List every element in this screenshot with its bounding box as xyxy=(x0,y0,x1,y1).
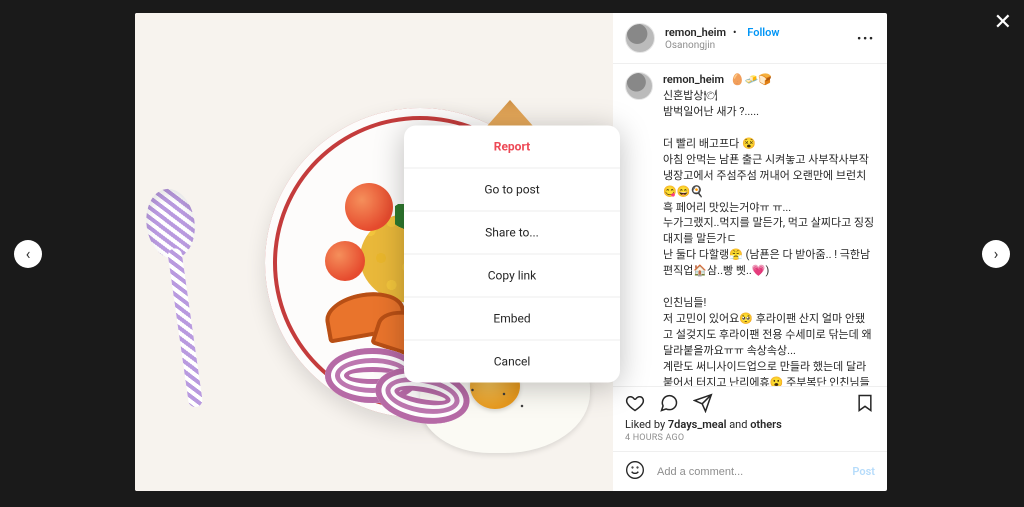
separator-dot: • xyxy=(733,26,737,39)
next-post-button[interactable]: › xyxy=(982,240,1010,268)
author-username[interactable]: remon_heim xyxy=(663,73,724,86)
caption-line: 아침 안먹는 남푠 출근 시켜놓고 사부작사부작 냉장고에서 주섬주섬 꺼내어 … xyxy=(663,153,869,198)
caption-line: 누가그랬지..먹지를 말든가, 먹고 살찌다고 징징대지를 말든가ㄷ xyxy=(663,216,874,245)
author-avatar[interactable] xyxy=(625,23,655,53)
embed-option[interactable]: Embed xyxy=(404,296,620,339)
comments-scroll[interactable]: remon_heim 🥚🧈🍞 신혼밥상🍽 밤벅일어난 새가 ?..... 더 빨… xyxy=(613,64,887,386)
action-bar xyxy=(613,386,887,418)
like-button[interactable] xyxy=(625,393,645,416)
post-header: remon_heim • Follow Osanongjin ••• xyxy=(613,13,887,64)
caption-line: 저 고민이 있어요🥺 후라이팬 산지 얼마 안됐고 설겆지도 후라이팬 전용 수… xyxy=(663,312,872,357)
author-username[interactable]: remon_heim xyxy=(665,26,726,39)
caption-line: 밤벅일어난 새가 ?..... xyxy=(663,105,759,118)
more-options-button[interactable]: ••• xyxy=(857,32,875,45)
photo-decor xyxy=(140,185,222,410)
heart-icon xyxy=(625,393,645,413)
post-sidebar: remon_heim • Follow Osanongjin ••• remon… xyxy=(613,13,887,491)
report-option[interactable]: Report xyxy=(404,125,620,167)
post-comment-button[interactable]: Post xyxy=(852,465,875,478)
save-button[interactable] xyxy=(855,393,875,416)
caption-line: 인친님들! xyxy=(663,296,706,309)
caption-line: 흑 페어리 맛있는거야ㅠ ㅠ... xyxy=(663,201,791,214)
liked-by-user[interactable]: 7days_meal xyxy=(668,418,727,431)
prev-post-button[interactable]: ‹ xyxy=(14,240,42,268)
liked-by-prefix: Liked by xyxy=(625,418,668,431)
cancel-option[interactable]: Cancel xyxy=(404,339,620,382)
post-time: 4 HOURS AGO xyxy=(613,431,887,451)
author-block: remon_heim • Follow Osanongjin xyxy=(665,26,780,51)
caption-line: 난 둘다 다할랭😤 (남푠은 다 받아줌.. ! 극한남편직업🏠삼..빵 삣..… xyxy=(663,248,870,277)
liked-by-suffix: and xyxy=(726,418,750,431)
caption-line: 계란도 써니사이드업으로 만들라 했는데 달라붙어서 터지고 난리에휴😮 주부복… xyxy=(663,360,870,386)
comment-button[interactable] xyxy=(659,393,679,416)
caption-row: remon_heim 🥚🧈🍞 신혼밥상🍽 밤벅일어난 새가 ?..... 더 빨… xyxy=(625,72,875,386)
caption-body: remon_heim 🥚🧈🍞 신혼밥상🍽 밤벅일어난 새가 ?..... 더 빨… xyxy=(663,72,875,386)
author-avatar[interactable] xyxy=(625,72,653,100)
likes-line[interactable]: Liked by 7days_meal and others xyxy=(613,418,887,431)
action-sheet: Report Go to post Share to... Copy link … xyxy=(404,125,620,382)
add-comment-bar: Post xyxy=(613,451,887,491)
post-location[interactable]: Osanongjin xyxy=(665,40,780,51)
close-button[interactable]: ✕ xyxy=(994,12,1012,34)
emoji-picker-button[interactable] xyxy=(625,460,645,483)
caption-line: 신혼밥상🍽 xyxy=(663,89,717,102)
liked-by-others[interactable]: others xyxy=(750,418,782,431)
share-button[interactable] xyxy=(693,393,713,416)
copy-link-option[interactable]: Copy link xyxy=(404,253,620,296)
share-to-option[interactable]: Share to... xyxy=(404,210,620,253)
caption-emoji: 🥚🧈🍞 xyxy=(731,73,772,86)
comment-input[interactable] xyxy=(655,465,852,479)
comment-icon xyxy=(659,393,679,413)
smile-icon xyxy=(625,460,645,480)
caption-line: 더 빨리 배고프다 😵 xyxy=(663,137,756,150)
share-icon xyxy=(693,393,713,413)
go-to-post-option[interactable]: Go to post xyxy=(404,167,620,210)
bookmark-icon xyxy=(855,393,875,413)
follow-button[interactable]: Follow xyxy=(747,26,779,39)
